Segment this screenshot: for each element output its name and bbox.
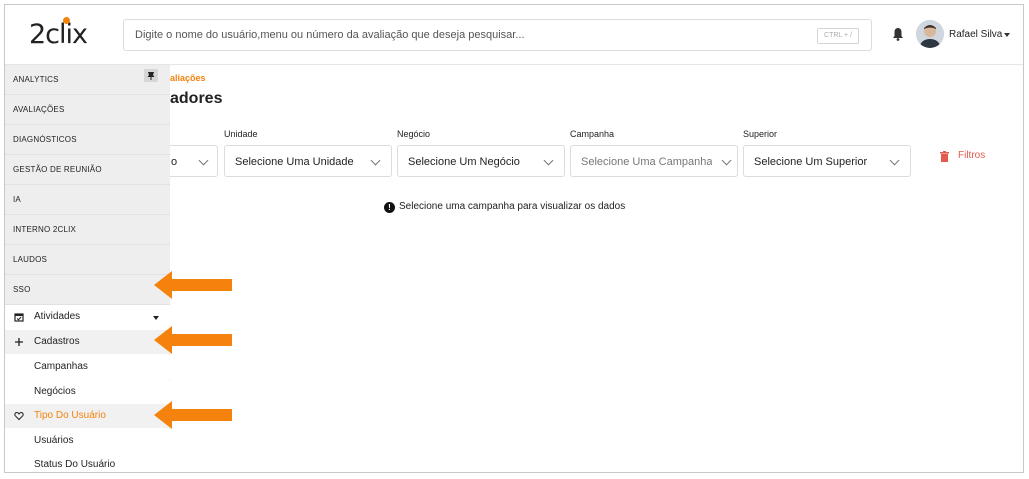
filter-label-unidade: Unidade <box>224 129 258 139</box>
chevron-down-icon <box>543 155 554 166</box>
app-window: 2clix Digite o nome do usuário,menu ou n… <box>4 4 1024 473</box>
sidebar-item-cadastros[interactable]: Cadastros <box>5 330 170 354</box>
sidebar-group-avaliacoes[interactable]: AVALIAÇÕES <box>5 95 170 125</box>
sidebar-item-atividades[interactable]: Atividades <box>5 305 170 329</box>
pin-icon[interactable] <box>144 69 158 82</box>
annotation-arrow-sso <box>154 271 232 299</box>
filter-select-value: o <box>171 156 178 168</box>
chevron-down-icon <box>721 155 732 166</box>
sidebar-group-label: GESTÃO DE REUNIÃO <box>13 165 102 174</box>
filter-select-negocio[interactable]: Selecione Um Negócio <box>397 145 565 177</box>
sidebar-group-gestao-de-reuniao[interactable]: GESTÃO DE REUNIÃO <box>5 155 170 185</box>
calendar-icon <box>14 313 24 322</box>
sidebar-item-status-do-usuario[interactable]: Status Do Usuário <box>5 453 170 472</box>
app-logo[interactable]: 2clix <box>29 19 88 50</box>
trash-icon <box>940 151 949 162</box>
filter-label-negocio: Negócio <box>397 129 431 139</box>
sidebar-group-diagnosticos[interactable]: DIAGNÓSTICOS <box>5 125 170 155</box>
filter-select-value: Selecione Um Superior <box>754 156 868 168</box>
breadcrumb[interactable]: aliações <box>170 73 206 83</box>
sidebar-item-campanhas[interactable]: Campanhas <box>5 355 170 379</box>
filter-select-superior[interactable]: Selecione Um Superior <box>743 145 911 177</box>
sidebar-group-label: LAUDOS <box>13 255 48 264</box>
plus-icon <box>15 338 23 346</box>
sidebar-group-label: ANALYTICS <box>13 75 59 84</box>
chevron-down-icon <box>370 155 381 166</box>
sidebar-item-usuarios[interactable]: Usuários <box>5 429 170 453</box>
search-shortcut-badge: CTRL + / <box>817 28 859 44</box>
filter-select-unidade[interactable]: Selecione Uma Unidade <box>224 145 392 177</box>
top-bar: 2clix Digite o nome do usuário,menu ou n… <box>5 5 1023 65</box>
sidebar-item-label: Negócios <box>34 386 76 397</box>
user-menu-caret-icon[interactable] <box>1004 33 1010 37</box>
annotation-arrow-cadastros <box>154 326 232 354</box>
sidebar-item-label: Campanhas <box>34 361 88 372</box>
sidebar-item-tipo-do-usuario[interactable]: Tipo Do Usuário <box>5 404 170 428</box>
sidebar-item-negocios[interactable]: Negócios <box>5 380 170 404</box>
sidebar-item-label: Tipo Do Usuário <box>34 410 106 421</box>
filter-select-value: Selecione Uma Unidade <box>235 156 354 168</box>
user-name[interactable]: Rafael Silva <box>949 29 1002 40</box>
user-avatar[interactable] <box>916 20 944 48</box>
filter-select-value: Selecione Uma Campanha <box>581 156 713 168</box>
annotation-arrow-tipo-do-usuario <box>154 401 232 429</box>
sidebar-item-label: Atividades <box>34 311 81 322</box>
sidebar-item-label: Status Do Usuário <box>34 459 116 470</box>
chevron-down-icon <box>198 155 209 166</box>
sidebar-group-interno-2clix[interactable]: INTERNO 2CLIX <box>5 215 170 245</box>
bell-icon[interactable] <box>892 27 904 41</box>
sidebar: ANALYTICS AVALIAÇÕES DIAGNÓSTICOS GESTÃO… <box>5 65 170 472</box>
sidebar-group-label: IA <box>13 195 21 204</box>
sidebar-group-ia[interactable]: IA <box>5 185 170 215</box>
filter-label-superior: Superior <box>743 129 778 139</box>
logo-dot <box>63 17 70 24</box>
sidebar-group-label: INTERNO 2CLIX <box>13 225 77 234</box>
sidebar-group-label: DIAGNÓSTICOS <box>13 135 77 144</box>
notice-text: Selecione uma campanha para visualizar o… <box>399 201 626 212</box>
sidebar-group-label: AVALIAÇÕES <box>13 105 65 114</box>
exclamation-icon: ! <box>384 202 395 213</box>
filters-button-label: Filtros <box>958 150 986 161</box>
sidebar-group-label: SSO <box>13 285 31 294</box>
sidebar-item-label: Usuários <box>34 435 74 446</box>
search-placeholder: Digite o nome do usuário,menu ou número … <box>135 29 525 41</box>
heart-icon <box>14 411 24 421</box>
filter-label-campanha: Campanha <box>570 129 615 139</box>
sidebar-group-laudos[interactable]: LAUDOS <box>5 245 170 275</box>
empty-state-notice: ! Selecione uma campanha para visualizar … <box>384 201 625 213</box>
chevron-down-icon <box>153 316 159 320</box>
sidebar-item-label: Cadastros <box>34 336 80 347</box>
filter-select-value: Selecione Um Negócio <box>408 156 520 168</box>
chevron-down-icon <box>889 155 900 166</box>
filter-select-campanha[interactable]: Selecione Uma Campanha <box>570 145 738 177</box>
sidebar-group-sso[interactable]: SSO <box>5 275 170 305</box>
page-title: adores <box>170 90 223 107</box>
sidebar-group-analytics[interactable]: ANALYTICS <box>5 65 170 95</box>
global-search-input[interactable]: Digite o nome do usuário,menu ou número … <box>123 19 872 51</box>
